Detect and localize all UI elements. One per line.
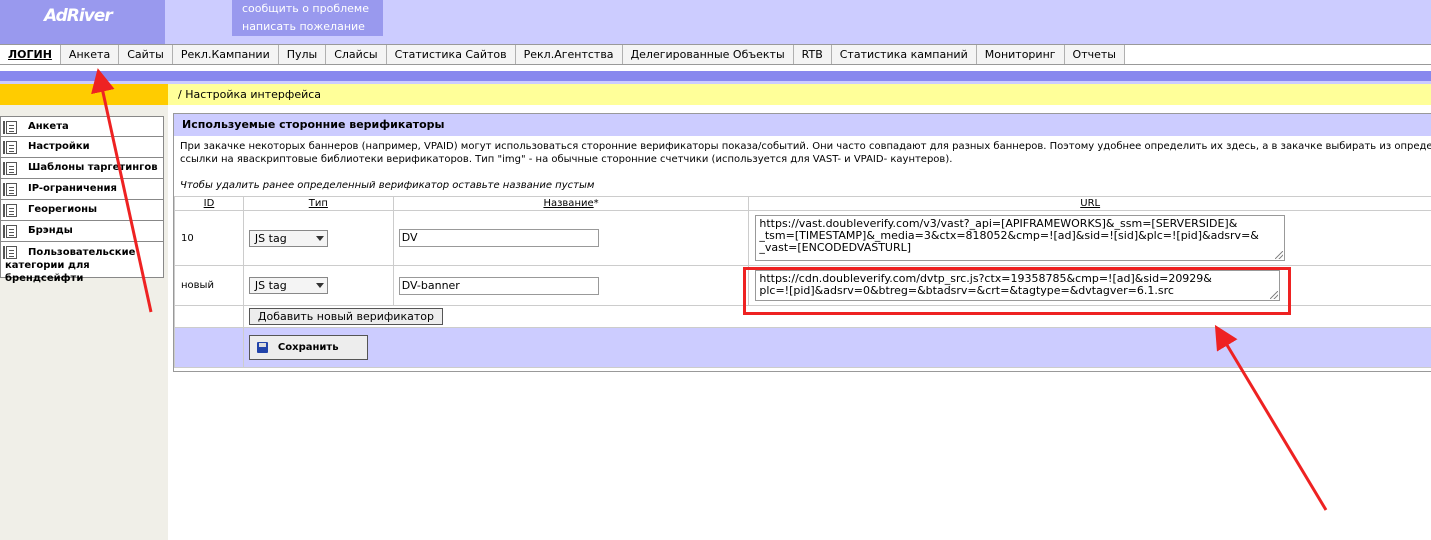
- nav-campaigns[interactable]: Рекл.Кампании: [172, 45, 279, 64]
- table-row: Сохранить: [174, 327, 1431, 368]
- document-icon: [3, 121, 17, 134]
- column-header-name[interactable]: Название*: [392, 196, 750, 211]
- url-textarea[interactable]: https://vast.doubleverify.com/v3/vast?_a…: [755, 215, 1286, 261]
- type-select-value: JS tag: [254, 279, 287, 292]
- document-icon: [3, 183, 17, 196]
- document-icon: [3, 162, 17, 175]
- sidebar-item-anketa[interactable]: Анкета: [0, 116, 164, 137]
- table-row: 10 JS tag DV https://vast.doubleverify.c…: [174, 210, 1431, 266]
- type-select[interactable]: JS tag: [248, 277, 328, 294]
- panel-description: При закачке некоторых баннеров (например…: [174, 136, 1431, 166]
- sidebar-item-label: Брэнды: [28, 225, 73, 236]
- chevron-down-icon: [315, 283, 324, 288]
- type-cell: JS tag: [242, 265, 394, 306]
- nav-slices[interactable]: Слайсы: [326, 45, 387, 64]
- save-button[interactable]: Сохранить: [248, 335, 368, 360]
- url-text: https://vast.doubleverify.com/v3/vast?_a…: [759, 217, 1259, 254]
- document-icon: [3, 246, 17, 259]
- panel-title: Используемые сторонние верификаторы: [174, 114, 1431, 136]
- chevron-down-icon: [315, 235, 324, 241]
- nav-agencies[interactable]: Рекл.Агентства: [515, 45, 623, 64]
- document-icon: [3, 225, 17, 238]
- table-header: ID Тип Название* URL: [174, 196, 1431, 211]
- sidebar-item-brands[interactable]: Брэнды: [0, 221, 164, 242]
- nav-site-stats[interactable]: Статистика Сайтов: [386, 45, 516, 64]
- save-cell: Сохранить: [242, 327, 1431, 368]
- name-cell: DV-banner: [392, 265, 750, 306]
- divider: [0, 71, 1431, 81]
- empty-cell: [174, 327, 244, 368]
- sidebar-item-label: Георегионы: [28, 204, 98, 215]
- logo-area: AdRiver: [0, 0, 165, 44]
- type-cell: JS tag: [242, 210, 394, 266]
- nav-pools[interactable]: Пулы: [278, 45, 327, 64]
- column-header-type[interactable]: Тип: [242, 196, 394, 211]
- name-input[interactable]: DV: [398, 229, 599, 247]
- sidebar-item-georegions[interactable]: Георегионы: [0, 200, 164, 221]
- empty-cell: [174, 305, 244, 328]
- sidebar-item-interface-settings[interactable]: Настройки интерфейса: [0, 137, 164, 172]
- name-cell: DV: [392, 210, 750, 266]
- adriver-logo[interactable]: AdRiver: [44, 6, 113, 26]
- save-button-label: Сохранить: [277, 342, 339, 353]
- description-line: При закачке некоторых баннеров (например…: [180, 141, 1431, 152]
- nav-login[interactable]: ЛОГИН: [0, 45, 61, 64]
- column-header-url[interactable]: URL: [748, 196, 1431, 211]
- report-problem-link[interactable]: сообщить о проблеме: [242, 0, 383, 18]
- app-header: AdRiver сообщить о проблеме написать пож…: [0, 0, 1431, 44]
- nav-campaign-stats[interactable]: Статистика кампаний: [831, 45, 977, 64]
- annotation-highlight-box: [743, 267, 1291, 315]
- breadcrumb: / Настройка интерфейса: [168, 84, 1431, 105]
- description-line: ссылки на яваскриптовые библиотеки вериф…: [180, 154, 953, 165]
- sidebar-item-label: Пользовательские категории для брендсейф…: [5, 247, 136, 284]
- required-mark: *: [593, 198, 599, 209]
- sidebar-item-label: Анкета: [28, 121, 69, 132]
- sidebar-item-brandsafety-categories[interactable]: Пользовательские категории для брендсейф…: [0, 242, 164, 284]
- add-verifier-button[interactable]: Добавить новый верификатор: [248, 308, 443, 325]
- write-wish-link[interactable]: написать пожелание: [242, 18, 383, 36]
- sidebar-item-label: IP-ограничения: [28, 183, 117, 194]
- nav-reports[interactable]: Отчеты: [1064, 45, 1125, 64]
- type-select-value: JS tag: [254, 231, 287, 245]
- breadcrumb-left: [0, 84, 168, 105]
- resize-grip-icon[interactable]: [1275, 251, 1284, 259]
- nav-rtb[interactable]: RTB: [793, 45, 832, 64]
- verifiers-panel: Используемые сторонние верификаторы При …: [173, 113, 1431, 372]
- sidebar-item-targeting-templates[interactable]: Шаблоны таргетингов: [0, 158, 164, 179]
- nav-anketa[interactable]: Анкета: [60, 45, 120, 64]
- sidebar-item-label: Шаблоны таргетингов: [28, 162, 158, 173]
- nav-monitoring[interactable]: Мониторинг: [976, 45, 1065, 64]
- column-header-id[interactable]: ID: [174, 196, 244, 211]
- nav-sites[interactable]: Сайты: [119, 45, 173, 64]
- type-select[interactable]: JS tag: [248, 229, 328, 247]
- url-cell: https://vast.doubleverify.com/v3/vast?_a…: [748, 210, 1431, 266]
- sidebar: Анкета Настройки интерфейса Шаблоны тарг…: [0, 116, 164, 284]
- floppy-disk-icon: [256, 342, 268, 353]
- document-icon: [3, 204, 17, 217]
- name-input[interactable]: DV-banner: [398, 276, 599, 295]
- nav-delegated[interactable]: Делегированные Объекты: [622, 45, 794, 64]
- document-icon: [3, 141, 17, 154]
- delete-hint: Чтобы удалить ранее определенный верифик…: [180, 180, 595, 191]
- sidebar-item-ip-restrictions[interactable]: IP-ограничения: [0, 179, 164, 200]
- feedback-links: сообщить о проблеме написать пожелание: [232, 0, 383, 36]
- row-id: 10: [174, 210, 244, 266]
- main-nav: ЛОГИН Анкета Сайты Рекл.Кампании Пулы Сл…: [0, 44, 1431, 65]
- row-id: новый: [174, 265, 244, 306]
